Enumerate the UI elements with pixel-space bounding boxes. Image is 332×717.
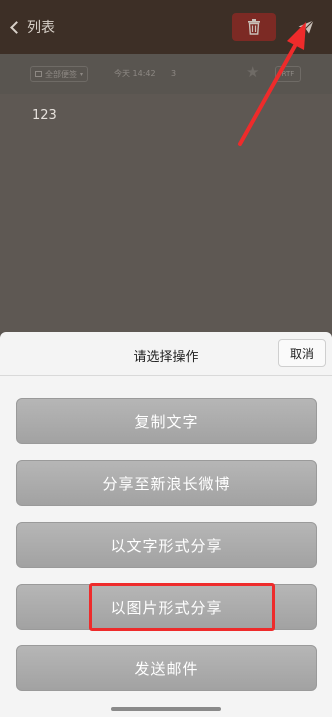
copy-text-button[interactable]: 复制文字 [16, 398, 317, 444]
delete-button[interactable] [232, 13, 276, 41]
trash-icon [248, 19, 260, 35]
home-indicator [111, 707, 221, 711]
share-weibo-button[interactable]: 分享至新浪长微博 [16, 460, 317, 506]
sheet-divider [0, 375, 332, 376]
note-info-bar: 全部便签 ▾ 今天 14:42 3 ★ RTF [0, 54, 332, 94]
note-content-area[interactable]: 123 [0, 94, 332, 332]
folder-icon [35, 71, 42, 77]
chevron-left-icon [10, 20, 23, 34]
note-char-count: 3 [171, 69, 177, 78]
star-icon[interactable]: ★ [246, 63, 259, 81]
send-email-button[interactable]: 发送邮件 [16, 645, 317, 691]
cancel-button[interactable]: 取消 [278, 339, 326, 367]
back-button[interactable]: 列表 [8, 16, 55, 38]
send-button[interactable] [284, 13, 328, 41]
note-content: 123 [32, 108, 57, 123]
chevron-down-icon: ▾ [80, 70, 84, 78]
send-icon [298, 20, 314, 34]
top-navigation-bar: 列表 [0, 0, 332, 54]
folder-selector[interactable]: 全部便签 ▾ [30, 66, 89, 82]
format-toggle[interactable]: RTF [275, 66, 301, 82]
note-timestamp: 今天 14:42 [114, 69, 156, 78]
share-as-text-button[interactable]: 以文字形式分享 [16, 522, 317, 568]
back-label: 列表 [27, 20, 55, 36]
annotation-highlight-box [89, 583, 275, 631]
folder-label: 全部便签 [45, 69, 77, 79]
